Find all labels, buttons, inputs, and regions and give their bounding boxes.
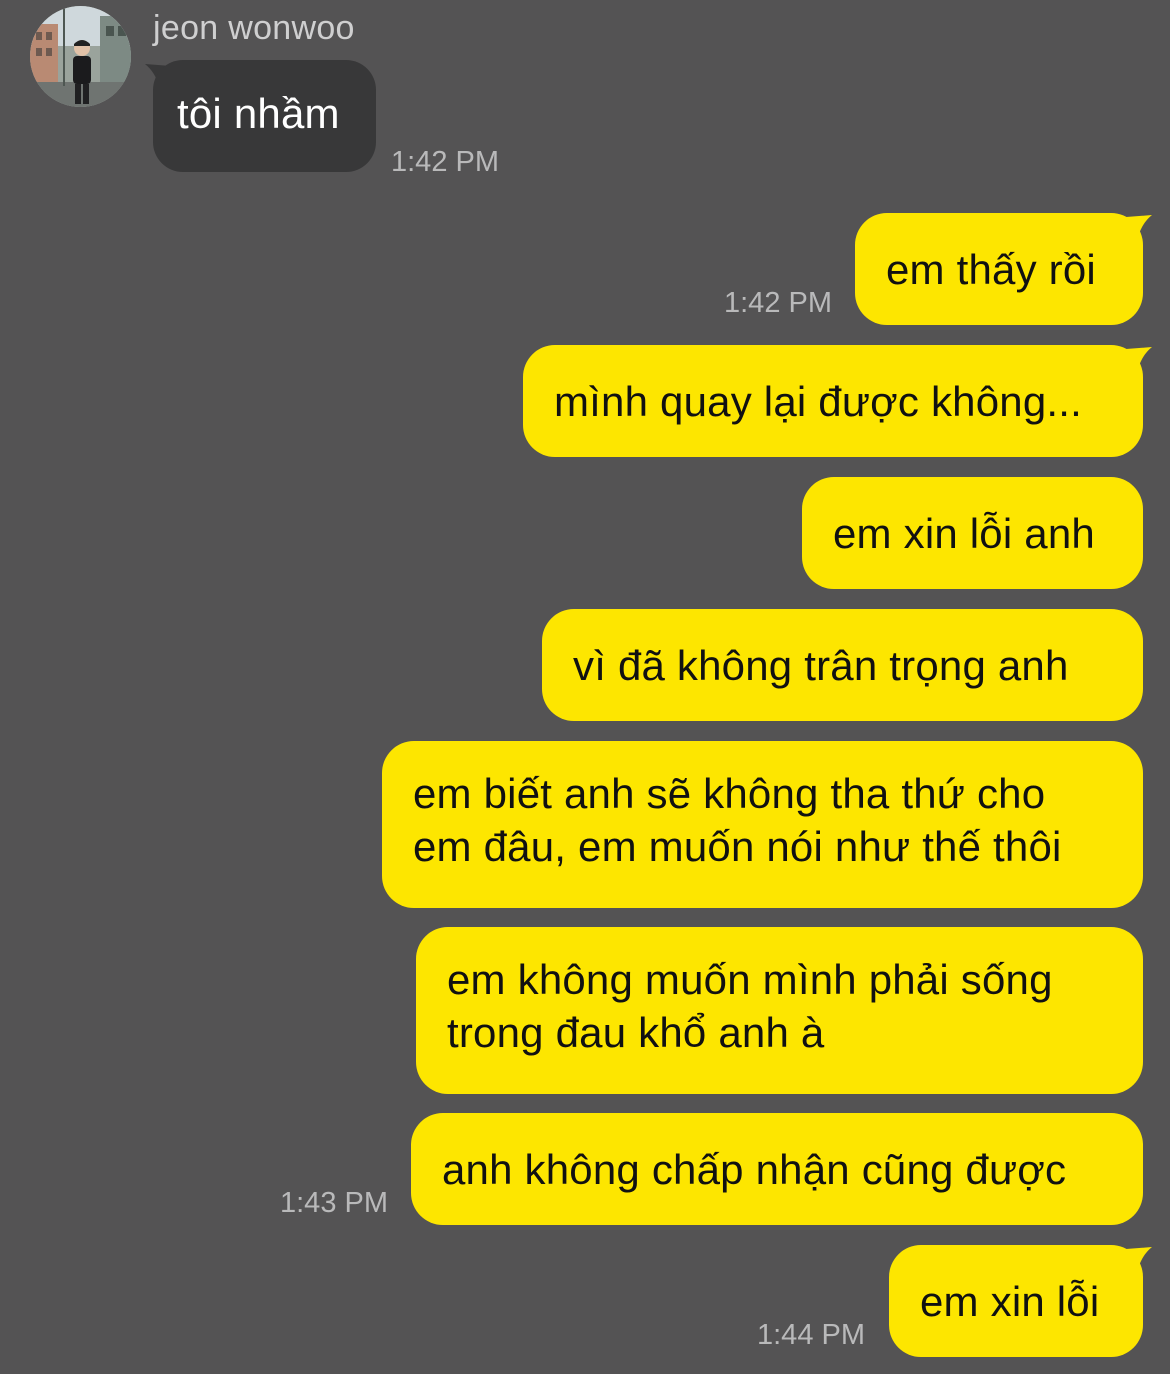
message-text: anh không chấp nhận cũng được bbox=[442, 1146, 1067, 1193]
profile-photo-icon bbox=[30, 6, 131, 107]
message-timestamp: 1:43 PM bbox=[280, 1187, 388, 1219]
outgoing-message-bubble[interactable]: em thấy rồi bbox=[855, 213, 1143, 325]
outgoing-message-bubble[interactable]: mình quay lại được không... bbox=[523, 345, 1143, 457]
outgoing-message-bubble[interactable]: em biết anh sẽ không tha thứ cho em đâu,… bbox=[382, 741, 1143, 908]
message-timestamp: 1:42 PM bbox=[391, 146, 499, 178]
message-timestamp: 1:44 PM bbox=[757, 1319, 865, 1351]
outgoing-message-bubble[interactable]: anh không chấp nhận cũng được bbox=[411, 1113, 1143, 1225]
message-text: tôi nhầm bbox=[177, 90, 340, 137]
outgoing-message-bubble[interactable]: vì đã không trân trọng anh bbox=[542, 609, 1143, 721]
message-text-line: em đâu, em muốn nói như thế thôi bbox=[413, 823, 1062, 870]
outgoing-message-bubble[interactable]: em xin lỗi anh bbox=[802, 477, 1143, 589]
message-text-line: em biết anh sẽ không tha thứ cho bbox=[413, 770, 1046, 817]
message-text: em xin lỗi bbox=[920, 1278, 1100, 1325]
outgoing-message-bubble[interactable]: em không muốn mình phải sống trong đau k… bbox=[416, 927, 1143, 1094]
message-text: em thấy rồi bbox=[886, 246, 1096, 293]
incoming-message-bubble[interactable]: tôi nhầm bbox=[153, 60, 376, 172]
message-text-line: trong đau khổ anh à bbox=[447, 1009, 825, 1056]
contact-avatar[interactable] bbox=[30, 6, 131, 107]
message-text: mình quay lại được không... bbox=[554, 378, 1083, 425]
outgoing-message-bubble[interactable]: em xin lỗi bbox=[889, 1245, 1143, 1357]
message-timestamp: 1:42 PM bbox=[724, 287, 832, 319]
message-text: em xin lỗi anh bbox=[833, 510, 1095, 557]
message-text: vì đã không trân trọng anh bbox=[573, 642, 1069, 689]
message-text-line: em không muốn mình phải sống bbox=[447, 956, 1053, 1003]
contact-name: jeon wonwoo bbox=[153, 9, 355, 47]
